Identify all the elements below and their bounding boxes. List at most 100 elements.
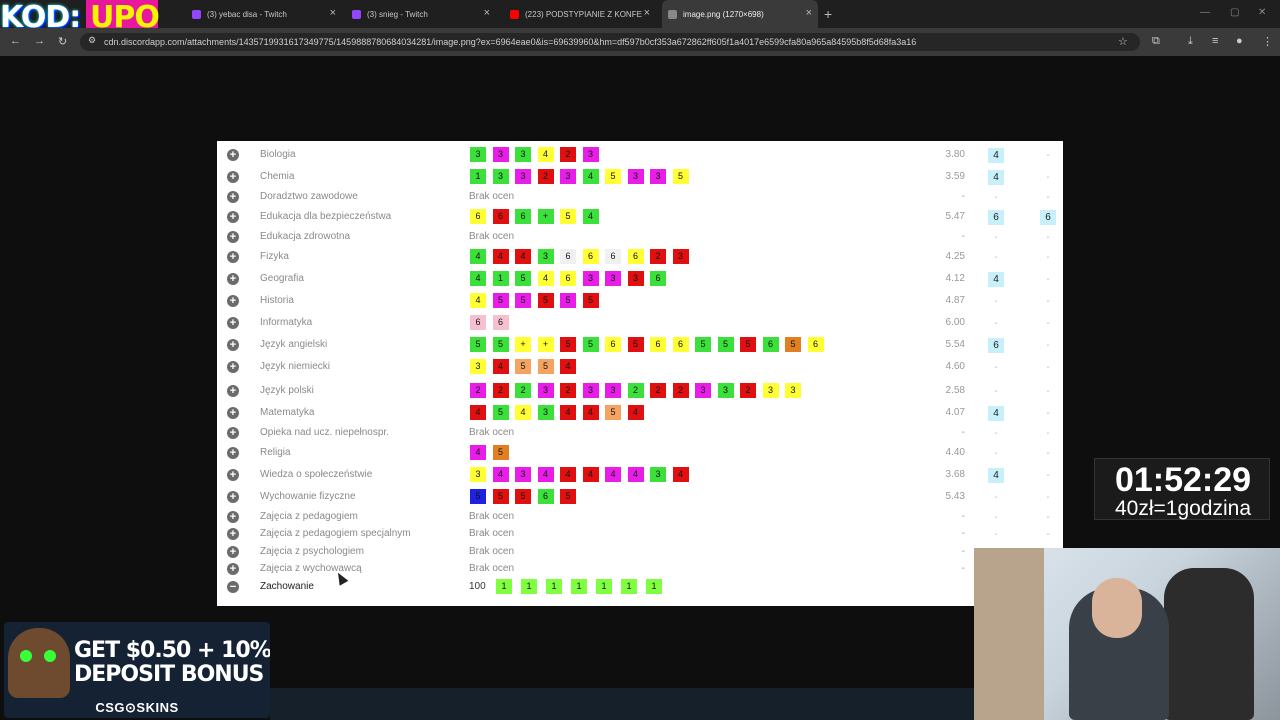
grade-chip[interactable]: 6 [672, 337, 689, 352]
grade-chip[interactable]: 4 [560, 359, 576, 374]
grade-chip[interactable]: 4 [537, 147, 554, 162]
expand-icon[interactable]: + [227, 171, 239, 183]
expand-icon[interactable]: + [227, 317, 239, 329]
expand-icon[interactable]: + [227, 231, 239, 243]
grade-chip[interactable]: 3 [650, 169, 666, 184]
grade-chip[interactable]: 6 [492, 209, 509, 224]
expand-icon[interactable]: + [227, 427, 239, 439]
grade-chip[interactable]: 3 [560, 169, 576, 184]
expand-icon[interactable]: + [227, 385, 239, 397]
grade-chip[interactable]: 1 [546, 579, 562, 594]
grade-chip[interactable]: 5 [470, 337, 486, 352]
grade-chip[interactable]: 1 [571, 579, 587, 594]
grade-chip[interactable]: 4 [515, 249, 531, 264]
tab-twitch-1[interactable]: (3) yebac disa - Twitch × [186, 0, 342, 28]
grade-chip[interactable]: 3 [492, 169, 509, 184]
expand-icon[interactable]: + [227, 407, 239, 419]
grade-chip[interactable]: 3 [785, 383, 801, 398]
grade-chip[interactable]: 5 [515, 489, 531, 504]
grade-chip[interactable]: 5 [740, 337, 756, 352]
grade-chip[interactable]: 2 [672, 383, 689, 398]
grade-chip[interactable]: 5 [582, 293, 599, 308]
grade-chip[interactable]: 2 [492, 383, 509, 398]
expand-icon[interactable]: + [227, 511, 239, 523]
grade-chip[interactable]: 5 [560, 489, 576, 504]
grade-chip[interactable]: 3 [470, 147, 486, 162]
grade-chip[interactable]: 5 [672, 169, 689, 184]
grade-chip[interactable]: 1 [496, 579, 512, 594]
grade-chip[interactable]: 2 [560, 147, 576, 162]
grade-chip[interactable]: 2 [650, 383, 666, 398]
grade-chip[interactable]: 4 [492, 359, 509, 374]
grade-chip[interactable]: 1 [492, 271, 509, 286]
forward-icon[interactable]: → [34, 35, 45, 47]
menu-icon[interactable]: ⋮ [1262, 35, 1273, 48]
grade-chip[interactable]: 2 [560, 383, 576, 398]
grade-chip[interactable]: 3 [672, 249, 689, 264]
grade-chip[interactable]: 4 [537, 271, 554, 286]
grade-chip[interactable]: 1 [521, 579, 537, 594]
grade-chip[interactable]: 5 [537, 359, 554, 374]
grade-chip[interactable]: 5 [515, 359, 531, 374]
grade-chip[interactable]: 6 [470, 209, 486, 224]
grade-chip[interactable]: 3 [582, 147, 599, 162]
grade-chip[interactable]: 5 [605, 169, 621, 184]
grade-chip[interactable]: 5 [492, 405, 509, 420]
expand-icon[interactable]: + [227, 563, 239, 575]
grade-chip[interactable]: 3 [582, 271, 599, 286]
close-icon[interactable]: × [806, 8, 812, 19]
extensions-icon[interactable]: ⧉ [1152, 35, 1160, 48]
tab-youtube[interactable]: (223) PODSTYPIANIE Z KONFE × [504, 0, 656, 28]
grade-chip[interactable]: 2 [537, 169, 554, 184]
window-close-icon[interactable]: ✕ [1258, 7, 1266, 18]
grade-chip[interactable]: 4 [470, 271, 486, 286]
reload-icon[interactable]: ↻ [58, 35, 67, 48]
grade-chip[interactable]: 2 [740, 383, 756, 398]
grade-chip[interactable]: 4 [470, 445, 486, 460]
expand-icon[interactable]: + [227, 339, 239, 351]
grade-chip[interactable]: 3 [470, 359, 486, 374]
grade-chip[interactable]: 3 [515, 467, 531, 482]
grade-chip[interactable]: 5 [695, 337, 711, 352]
bookmark-star-icon[interactable]: ☆ [1118, 35, 1128, 48]
grade-chip[interactable]: 5 [560, 337, 576, 352]
grade-chip[interactable]: 3 [605, 271, 621, 286]
grade-chip[interactable]: 3 [605, 383, 621, 398]
grade-chip[interactable]: 6 [650, 271, 666, 286]
grade-chip[interactable]: 5 [560, 293, 576, 308]
grade-chip[interactable]: 5 [515, 293, 531, 308]
grade-chip[interactable]: 4 [470, 249, 486, 264]
grade-chip[interactable]: 3 [470, 467, 486, 482]
grade-chip[interactable]: 5 [582, 337, 599, 352]
grade-chip[interactable]: 3 [515, 169, 531, 184]
grade-chip[interactable]: 1 [596, 579, 612, 594]
expand-icon[interactable]: + [227, 469, 239, 481]
maximize-icon[interactable]: ▢ [1230, 7, 1239, 18]
minimize-icon[interactable]: — [1200, 7, 1210, 18]
grade-chip[interactable]: 5 [560, 209, 576, 224]
grade-chip[interactable]: 3 [537, 249, 554, 264]
grade-chip[interactable]: 6 [560, 249, 576, 264]
url-text[interactable]: cdn.discordapp.com/attachments/143571993… [104, 37, 916, 47]
tab-twitch-2[interactable]: (3) snieg - Twitch × [346, 0, 496, 28]
grade-chip[interactable]: 4 [582, 209, 599, 224]
grade-chip[interactable]: 5 [470, 489, 486, 504]
grade-chip[interactable]: 4 [492, 467, 509, 482]
close-icon[interactable]: × [484, 8, 490, 19]
grade-chip[interactable]: 5 [717, 337, 734, 352]
grade-chip[interactable]: 5 [492, 489, 509, 504]
grade-chip[interactable]: 3 [582, 383, 599, 398]
grade-chip[interactable]: 6 [627, 249, 644, 264]
grade-chip[interactable]: 6 [762, 337, 779, 352]
grade-chip[interactable]: 2 [470, 383, 486, 398]
collapse-icon[interactable]: − [227, 581, 239, 593]
grade-chip[interactable]: 5 [492, 445, 509, 460]
grade-chip[interactable]: 2 [515, 383, 531, 398]
grade-chip[interactable]: 4 [582, 169, 599, 184]
grade-chip[interactable]: 3 [492, 147, 509, 162]
grade-chip[interactable]: + [537, 337, 554, 352]
grade-chip[interactable]: 4 [470, 405, 486, 420]
close-icon[interactable]: × [644, 8, 650, 19]
grade-chip[interactable]: 5 [627, 337, 644, 352]
grade-chip[interactable]: 6 [537, 489, 554, 504]
